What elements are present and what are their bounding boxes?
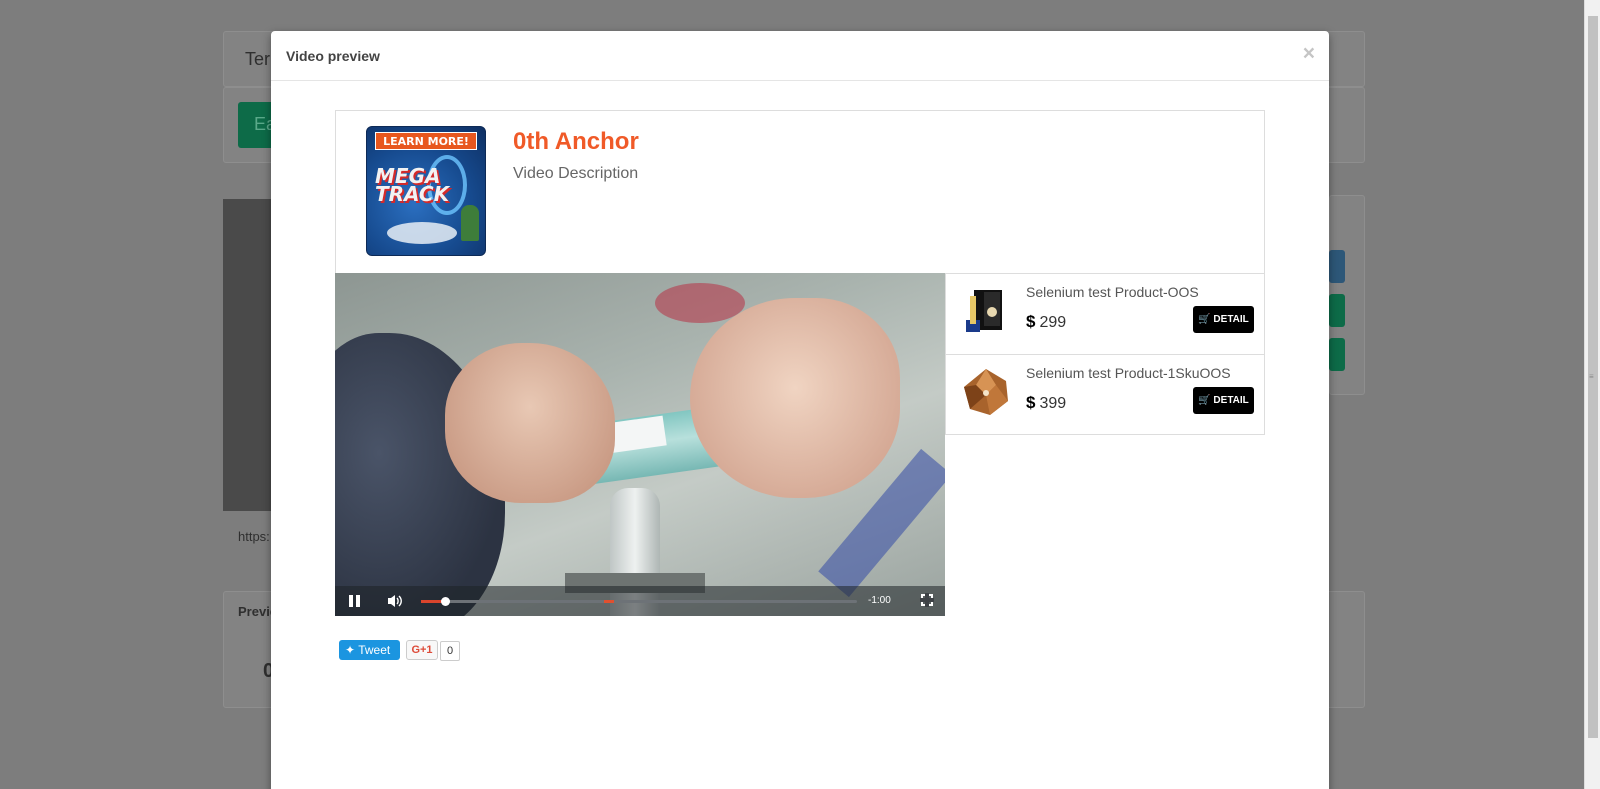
twitter-bird-icon: ✦ bbox=[345, 643, 356, 657]
product-image-perfume bbox=[964, 369, 1008, 415]
price-value: 299 bbox=[1039, 314, 1067, 331]
bg-blue-button bbox=[1329, 250, 1345, 283]
scroll-grip-icon: ≡ bbox=[1589, 372, 1594, 381]
kid-graphic bbox=[461, 205, 479, 241]
modal-title: Video preview bbox=[286, 48, 380, 64]
price-value: 399 bbox=[1039, 395, 1067, 412]
product-item[interactable]: Selenium test Product-1SkuOOS $399 🛒 DET… bbox=[946, 354, 1264, 434]
close-icon[interactable]: × bbox=[1303, 43, 1315, 64]
product-image-speaker bbox=[966, 290, 1002, 332]
volume-icon[interactable] bbox=[387, 593, 403, 612]
product-item[interactable]: Selenium test Product-OOS $299 🛒 DETAIL bbox=[946, 273, 1264, 354]
buffered-marker bbox=[604, 600, 615, 603]
brand-logo: MEGA TRACK bbox=[375, 166, 450, 206]
player-body: -1:00 Selenium test Product-OOS $299 🛒 D… bbox=[335, 273, 1265, 616]
progress-knob[interactable] bbox=[440, 597, 450, 606]
product-name: Selenium test Product-1SkuOOS bbox=[1026, 365, 1231, 381]
anchor-header: LEARN MORE! MEGA TRACK 0th Anchor Video … bbox=[335, 110, 1265, 273]
modal-header: Video preview × bbox=[271, 31, 1329, 81]
product-price: $299 bbox=[1026, 312, 1066, 332]
product-list: Selenium test Product-OOS $299 🛒 DETAIL … bbox=[945, 273, 1265, 435]
detail-button[interactable]: 🛒 DETAIL bbox=[1193, 306, 1254, 333]
cart-icon: 🛒 bbox=[1198, 395, 1211, 406]
bg-url-text: https: bbox=[238, 529, 270, 544]
detail-button[interactable]: 🛒 DETAIL bbox=[1193, 387, 1254, 414]
anchor-description: Video Description bbox=[513, 165, 639, 182]
bg-green-button-2 bbox=[1329, 294, 1345, 327]
bg-panel-heading: Ter bbox=[245, 49, 271, 69]
currency-symbol: $ bbox=[1026, 393, 1036, 412]
learn-more-banner: LEARN MORE! bbox=[375, 132, 477, 150]
google-plus-button[interactable]: G+1 bbox=[406, 640, 438, 660]
anchor-thumbnail[interactable]: LEARN MORE! MEGA TRACK bbox=[366, 126, 486, 256]
detail-label: DETAIL bbox=[1213, 314, 1249, 325]
page-scrollbar[interactable]: ≡ bbox=[1584, 0, 1600, 789]
video-preview-modal: Video preview × LEARN MORE! MEGA TRACK 0… bbox=[271, 31, 1329, 789]
product-price: $399 bbox=[1026, 393, 1066, 413]
anchor-title: 0th Anchor bbox=[513, 128, 639, 155]
fullscreen-icon[interactable] bbox=[920, 593, 934, 607]
video-scene-left-hand bbox=[445, 343, 615, 503]
time-remaining: -1:00 bbox=[868, 595, 891, 606]
pause-icon[interactable] bbox=[349, 595, 361, 607]
progress-bar[interactable] bbox=[421, 597, 857, 606]
video-player-widget: LEARN MORE! MEGA TRACK 0th Anchor Video … bbox=[335, 110, 1265, 661]
track-board-graphic bbox=[387, 222, 457, 244]
product-name: Selenium test Product-OOS bbox=[1026, 284, 1199, 300]
tweet-label: Tweet bbox=[358, 643, 391, 657]
cart-icon: 🛒 bbox=[1198, 314, 1211, 325]
video-controls: -1:00 bbox=[335, 586, 945, 616]
video-scene-right-hand bbox=[690, 298, 900, 498]
currency-symbol: $ bbox=[1026, 312, 1036, 331]
brand-line-2: TRACK bbox=[375, 182, 450, 206]
detail-label: DETAIL bbox=[1213, 395, 1249, 406]
video-frame[interactable]: -1:00 bbox=[335, 273, 945, 616]
tweet-button[interactable]: ✦ Tweet bbox=[339, 640, 400, 660]
google-plus-count: 0 bbox=[440, 641, 460, 661]
bg-green-button-3 bbox=[1329, 338, 1345, 371]
